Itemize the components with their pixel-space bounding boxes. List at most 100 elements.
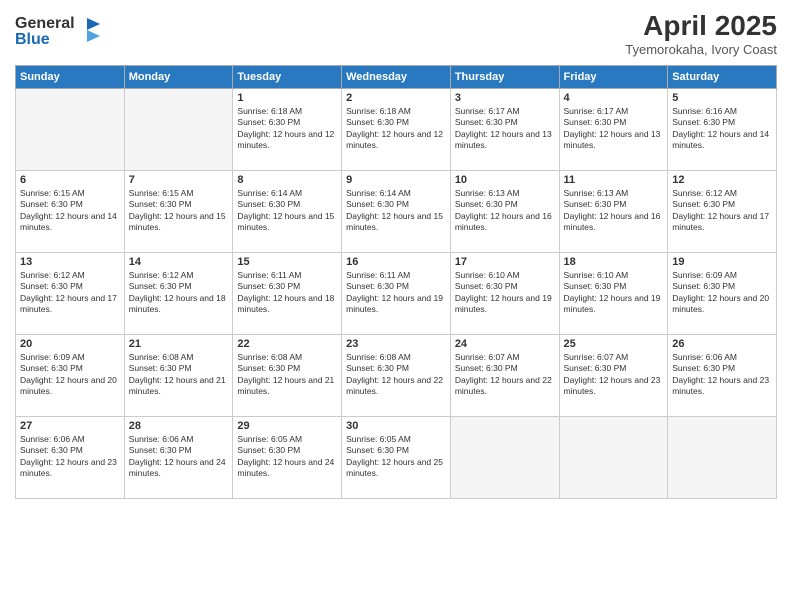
- day-number: 16: [346, 256, 446, 268]
- calendar-cell: 16 Sunrise: 6:11 AM Sunset: 6:30 PM Dayli…: [342, 253, 451, 335]
- calendar-week-3: 13 Sunrise: 6:12 AM Sunset: 6:30 PM Dayli…: [16, 253, 777, 335]
- day-number: 7: [129, 174, 229, 186]
- calendar-cell: [668, 417, 777, 499]
- day-info: Sunrise: 6:06 AM Sunset: 6:30 PM Dayligh…: [129, 434, 229, 480]
- day-number: 24: [455, 338, 555, 350]
- day-number: 14: [129, 256, 229, 268]
- day-number: 23: [346, 338, 446, 350]
- calendar-cell: 10 Sunrise: 6:13 AM Sunset: 6:30 PM Dayli…: [450, 171, 559, 253]
- calendar-cell: 5 Sunrise: 6:16 AM Sunset: 6:30 PM Daylig…: [668, 89, 777, 171]
- weekday-header-sunday: Sunday: [16, 66, 125, 89]
- weekday-header-row: SundayMondayTuesdayWednesdayThursdayFrid…: [16, 66, 777, 89]
- day-info: Sunrise: 6:18 AM Sunset: 6:30 PM Dayligh…: [346, 106, 446, 152]
- calendar-cell: [450, 417, 559, 499]
- calendar-cell: [16, 89, 125, 171]
- weekday-header-thursday: Thursday: [450, 66, 559, 89]
- calendar-cell: 18 Sunrise: 6:10 AM Sunset: 6:30 PM Dayli…: [559, 253, 668, 335]
- calendar-cell: 7Sunrise: 6:15 AM Sunset: 6:30 PM Daylig…: [124, 171, 233, 253]
- title-block: April 2025 Tyemorokaha, Ivory Coast: [625, 10, 777, 57]
- day-info: Sunrise: 6:13 AM Sunset: 6:30 PM Dayligh…: [564, 188, 664, 234]
- day-info: Sunrise: 6:17 AM Sunset: 6:30 PM Dayligh…: [455, 106, 555, 152]
- calendar-cell: 24Sunrise: 6:07 AM Sunset: 6:30 PM Dayli…: [450, 335, 559, 417]
- calendar-cell: 11 Sunrise: 6:13 AM Sunset: 6:30 PM Dayli…: [559, 171, 668, 253]
- day-info: Sunrise: 6:10 AM Sunset: 6:30 PM Dayligh…: [455, 270, 555, 316]
- day-number: 18: [564, 256, 664, 268]
- day-info: Sunrise: 6:06 AM Sunset: 6:30 PM Dayligh…: [20, 434, 120, 480]
- calendar-cell: 6Sunrise: 6:15 AM Sunset: 6:30 PM Daylig…: [16, 171, 125, 253]
- day-number: 5: [672, 92, 772, 104]
- weekday-header-tuesday: Tuesday: [233, 66, 342, 89]
- calendar-cell: 3 Sunrise: 6:17 AM Sunset: 6:30 PM Daylig…: [450, 89, 559, 171]
- calendar-cell: 23 Sunrise: 6:08 AM Sunset: 6:30 PM Dayli…: [342, 335, 451, 417]
- day-number: 20: [20, 338, 120, 350]
- calendar-cell: 1 Sunrise: 6:18 AM Sunset: 6:30 PM Daylig…: [233, 89, 342, 171]
- day-info: Sunrise: 6:14 AM Sunset: 6:30 PM Dayligh…: [346, 188, 446, 234]
- day-number: 27: [20, 420, 120, 432]
- day-number: 10: [455, 174, 555, 186]
- calendar-cell: 21Sunrise: 6:08 AM Sunset: 6:30 PM Dayli…: [124, 335, 233, 417]
- calendar-cell: 22Sunrise: 6:08 AM Sunset: 6:30 PM Dayli…: [233, 335, 342, 417]
- page: General Blue April 2025 Tyemorokaha, Ivo…: [0, 0, 792, 612]
- day-number: 3: [455, 92, 555, 104]
- day-number: 13: [20, 256, 120, 268]
- day-info: Sunrise: 6:08 AM Sunset: 6:30 PM Dayligh…: [129, 352, 229, 398]
- day-number: 28: [129, 420, 229, 432]
- calendar-cell: [124, 89, 233, 171]
- svg-text:General: General: [15, 15, 75, 32]
- day-number: 29: [237, 420, 337, 432]
- day-number: 15: [237, 256, 337, 268]
- calendar-title: April 2025: [625, 10, 777, 42]
- calendar-cell: 12 Sunrise: 6:12 AM Sunset: 6:30 PM Dayli…: [668, 171, 777, 253]
- day-number: 9: [346, 174, 446, 186]
- day-info: Sunrise: 6:09 AM Sunset: 6:30 PM Dayligh…: [672, 270, 772, 316]
- calendar-cell: 2Sunrise: 6:18 AM Sunset: 6:30 PM Daylig…: [342, 89, 451, 171]
- day-info: Sunrise: 6:10 AM Sunset: 6:30 PM Dayligh…: [564, 270, 664, 316]
- weekday-header-friday: Friday: [559, 66, 668, 89]
- day-info: Sunrise: 6:12 AM Sunset: 6:30 PM Dayligh…: [129, 270, 229, 316]
- day-number: 12: [672, 174, 772, 186]
- day-info: Sunrise: 6:07 AM Sunset: 6:30 PM Dayligh…: [564, 352, 664, 398]
- day-number: 17: [455, 256, 555, 268]
- day-number: 25: [564, 338, 664, 350]
- day-info: Sunrise: 6:08 AM Sunset: 6:30 PM Dayligh…: [346, 352, 446, 398]
- calendar-cell: 14 Sunrise: 6:12 AM Sunset: 6:30 PM Dayli…: [124, 253, 233, 335]
- logo: General Blue: [15, 10, 105, 55]
- day-number: 8: [237, 174, 337, 186]
- calendar-cell: 4 Sunrise: 6:17 AM Sunset: 6:30 PM Daylig…: [559, 89, 668, 171]
- day-info: Sunrise: 6:17 AM Sunset: 6:30 PM Dayligh…: [564, 106, 664, 152]
- day-number: 1: [237, 92, 337, 104]
- calendar-cell: 17 Sunrise: 6:10 AM Sunset: 6:30 PM Dayli…: [450, 253, 559, 335]
- svg-text:Blue: Blue: [15, 31, 50, 48]
- calendar-cell: 28 Sunrise: 6:06 AM Sunset: 6:30 PM Dayli…: [124, 417, 233, 499]
- calendar-cell: 9 Sunrise: 6:14 AM Sunset: 6:30 PM Daylig…: [342, 171, 451, 253]
- day-info: Sunrise: 6:18 AM Sunset: 6:30 PM Dayligh…: [237, 106, 337, 152]
- calendar-cell: 26Sunrise: 6:06 AM Sunset: 6:30 PM Dayli…: [668, 335, 777, 417]
- day-info: Sunrise: 6:12 AM Sunset: 6:30 PM Dayligh…: [672, 188, 772, 234]
- calendar-cell: 19 Sunrise: 6:09 AM Sunset: 6:30 PM Dayli…: [668, 253, 777, 335]
- calendar-subtitle: Tyemorokaha, Ivory Coast: [625, 42, 777, 57]
- day-info: Sunrise: 6:06 AM Sunset: 6:30 PM Dayligh…: [672, 352, 772, 398]
- calendar-table: SundayMondayTuesdayWednesdayThursdayFrid…: [15, 65, 777, 499]
- day-number: 4: [564, 92, 664, 104]
- day-number: 6: [20, 174, 120, 186]
- day-info: Sunrise: 6:11 AM Sunset: 6:30 PM Dayligh…: [237, 270, 337, 316]
- calendar-cell: 25 Sunrise: 6:07 AM Sunset: 6:30 PM Dayli…: [559, 335, 668, 417]
- calendar-cell: 27 Sunrise: 6:06 AM Sunset: 6:30 PM Dayli…: [16, 417, 125, 499]
- day-info: Sunrise: 6:13 AM Sunset: 6:30 PM Dayligh…: [455, 188, 555, 234]
- calendar-week-1: 1 Sunrise: 6:18 AM Sunset: 6:30 PM Daylig…: [16, 89, 777, 171]
- calendar-cell: 29Sunrise: 6:05 AM Sunset: 6:30 PM Dayli…: [233, 417, 342, 499]
- header: General Blue April 2025 Tyemorokaha, Ivo…: [15, 10, 777, 57]
- calendar-cell: 20Sunrise: 6:09 AM Sunset: 6:30 PM Dayli…: [16, 335, 125, 417]
- calendar-week-5: 27 Sunrise: 6:06 AM Sunset: 6:30 PM Dayli…: [16, 417, 777, 499]
- day-info: Sunrise: 6:11 AM Sunset: 6:30 PM Dayligh…: [346, 270, 446, 316]
- calendar-week-4: 20Sunrise: 6:09 AM Sunset: 6:30 PM Dayli…: [16, 335, 777, 417]
- day-number: 19: [672, 256, 772, 268]
- weekday-header-monday: Monday: [124, 66, 233, 89]
- day-number: 30: [346, 420, 446, 432]
- day-info: Sunrise: 6:16 AM Sunset: 6:30 PM Dayligh…: [672, 106, 772, 152]
- day-number: 11: [564, 174, 664, 186]
- weekday-header-wednesday: Wednesday: [342, 66, 451, 89]
- calendar-week-2: 6Sunrise: 6:15 AM Sunset: 6:30 PM Daylig…: [16, 171, 777, 253]
- day-info: Sunrise: 6:12 AM Sunset: 6:30 PM Dayligh…: [20, 270, 120, 316]
- day-number: 22: [237, 338, 337, 350]
